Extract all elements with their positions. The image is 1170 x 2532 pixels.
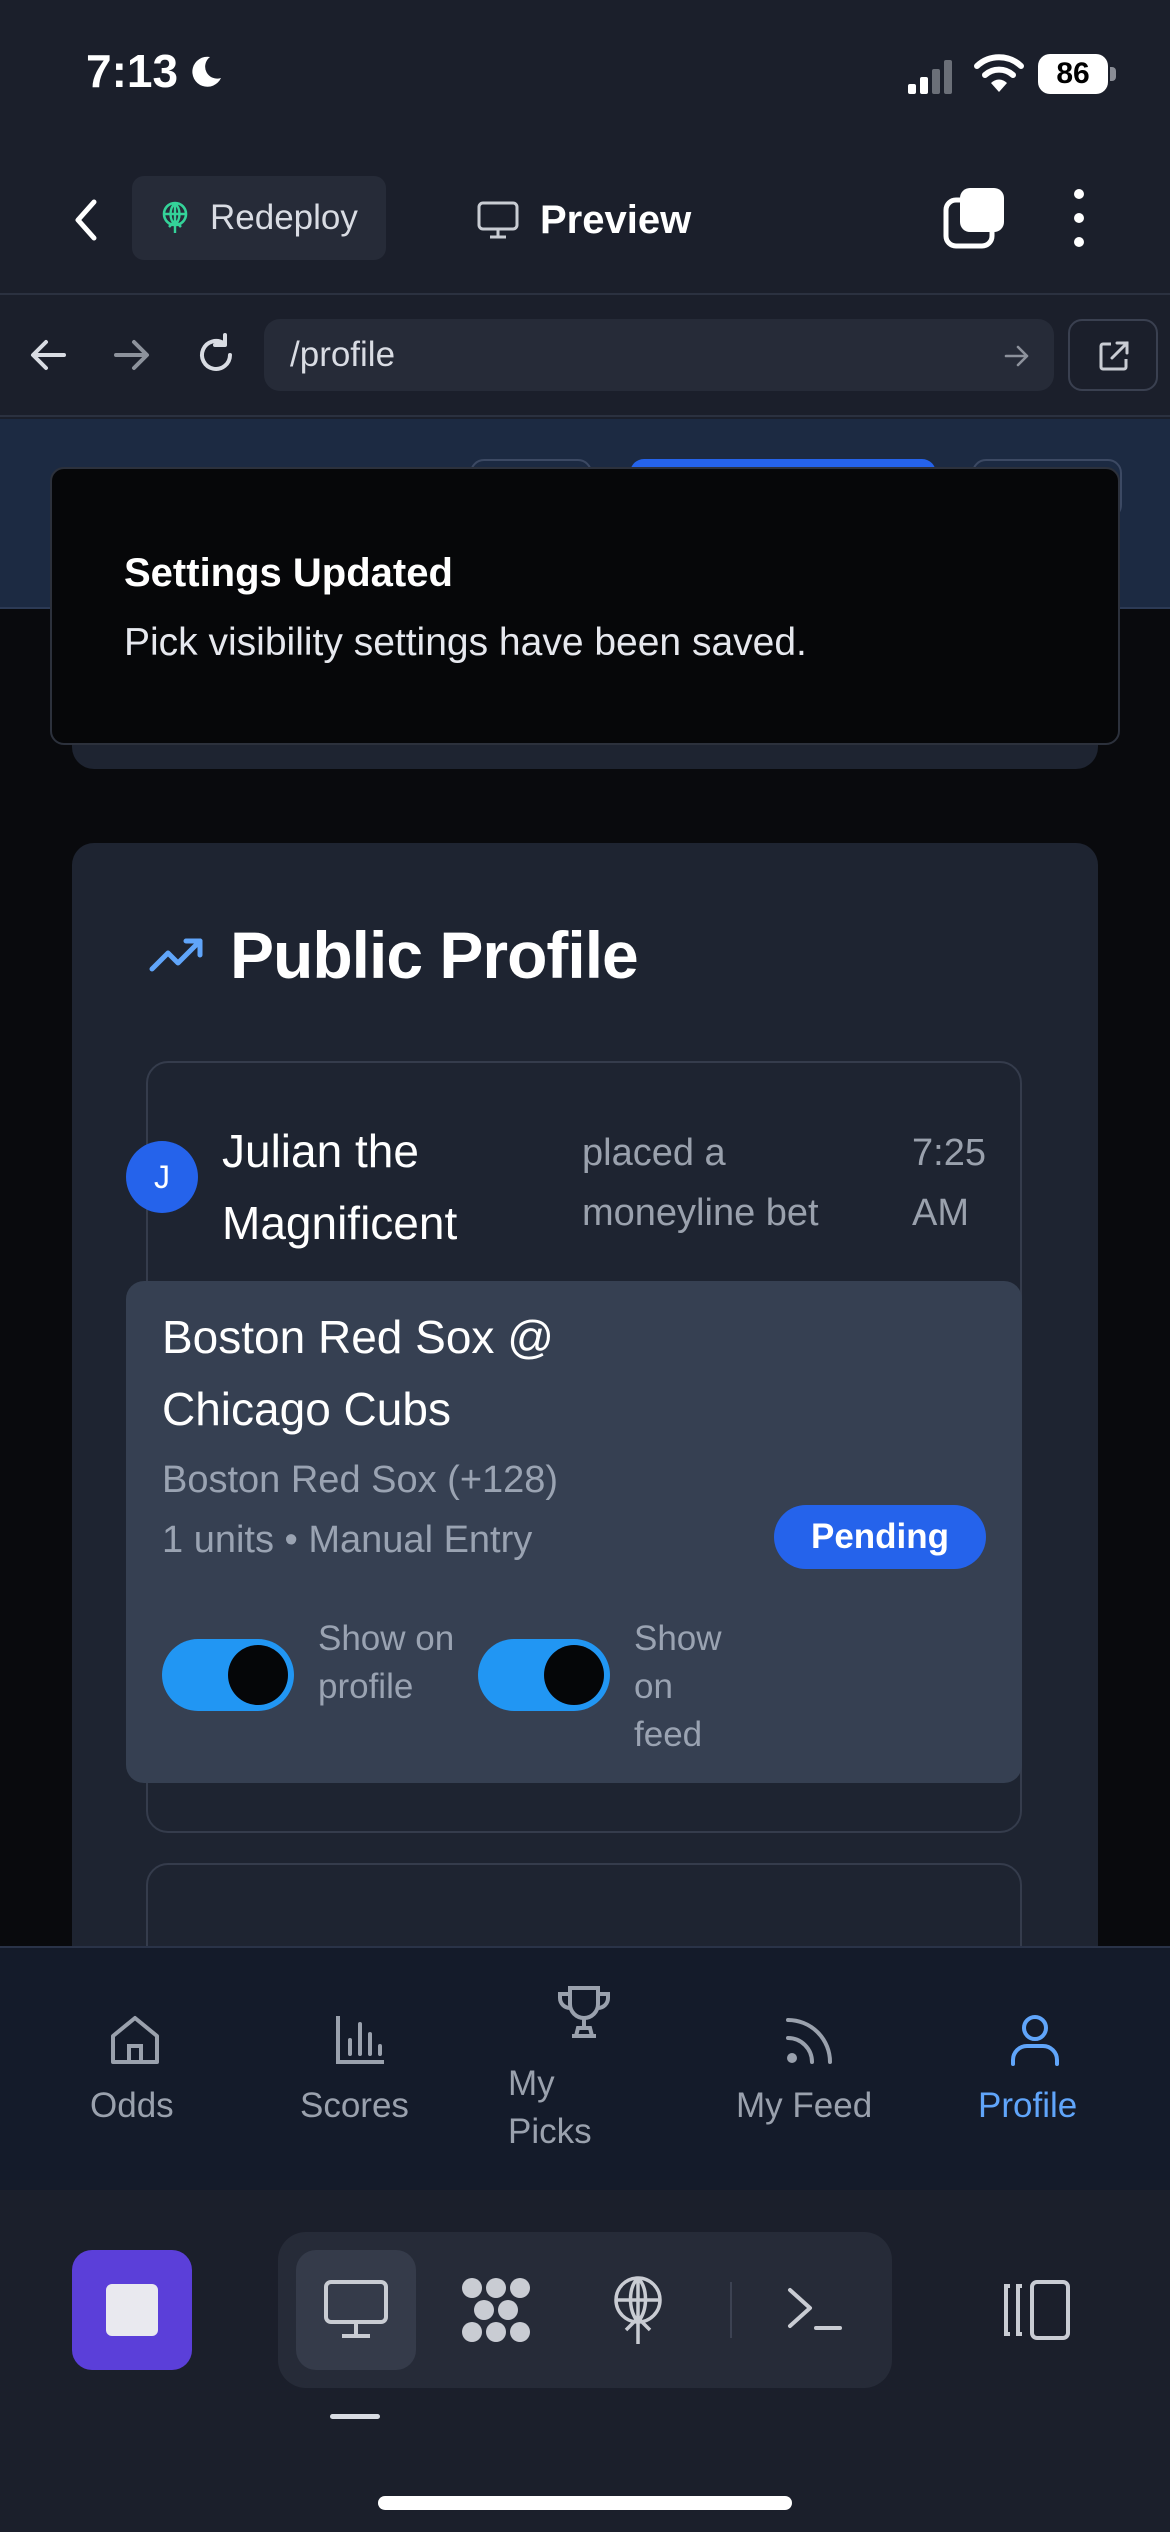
preview-label: Preview <box>540 197 692 242</box>
trending-up-icon <box>149 938 203 972</box>
app-header: Redeploy Preview <box>0 150 1170 295</box>
site-bottom-nav: Odds Scores My Picks My Feed Profile <box>0 1946 1170 2190</box>
active-view-indicator <box>330 2414 380 2419</box>
redeploy-button[interactable]: Redeploy <box>132 176 386 260</box>
redeploy-label: Redeploy <box>210 198 358 237</box>
nav-label: My Picks <box>508 2064 592 2151</box>
nav-label: Odds <box>90 2086 174 2125</box>
moon-icon <box>192 56 221 87</box>
preview-tab[interactable]: Preview <box>476 190 691 250</box>
go-arrow-icon[interactable] <box>1002 341 1032 371</box>
user-icon <box>1011 2015 1059 2066</box>
more-options-icon[interactable] <box>1064 186 1094 250</box>
tabs-icon[interactable] <box>942 186 1006 250</box>
nav-label: Scores <box>300 2086 409 2125</box>
status-badge: Pending <box>774 1505 986 1569</box>
cellular-signal-icon <box>908 60 952 94</box>
browser-back-icon[interactable] <box>24 331 72 379</box>
show-on-profile-toggle[interactable] <box>162 1639 294 1711</box>
nav-item-my-picks[interactable]: My Picks <box>500 1948 640 2192</box>
battery-level: 86 <box>1038 54 1108 94</box>
reload-icon[interactable] <box>192 331 240 379</box>
bet-selection: Boston Red Sox (+128) <box>162 1459 559 1501</box>
toast-title: Settings Updated <box>124 551 453 595</box>
status-bar: 7:13 86 <box>0 0 1170 150</box>
monitor-icon <box>324 2280 388 2338</box>
wifi-icon <box>974 54 1024 92</box>
nav-item-profile[interactable]: Profile <box>970 1948 1100 2192</box>
external-link-icon <box>1099 341 1129 371</box>
back-icon[interactable] <box>60 190 110 250</box>
nav-label: Profile <box>978 2086 1078 2125</box>
deploy-globe-icon <box>162 201 188 233</box>
bet-details: Boston Red Sox @ Chicago Cubs Boston Red… <box>126 1281 1022 1783</box>
rss-icon <box>786 2018 832 2064</box>
url-field[interactable]: /profile <box>264 319 1054 391</box>
trophy-icon <box>558 1986 610 2038</box>
nav-label: My Feed <box>736 2086 873 2125</box>
nav-item-odds[interactable]: Odds <box>60 1948 210 2192</box>
avatar[interactable]: J <box>126 1141 198 1213</box>
web-viewport: Public Profile J Julian the Magnificent … <box>0 419 1170 1946</box>
public-profile-heading: Public Profile <box>148 917 639 993</box>
game-matchup: Boston Red Sox @ Chicago Cubs <box>162 1311 554 1435</box>
home-indicator[interactable] <box>378 2496 792 2510</box>
battery-icon: 86 <box>1038 54 1116 94</box>
toast-notification: Settings Updated Pick visibility setting… <box>50 467 1120 745</box>
show-on-feed-toggle[interactable] <box>478 1639 610 1711</box>
nav-item-scores[interactable]: Scores <box>290 1948 430 2192</box>
section-title: Public Profile <box>230 918 639 992</box>
user-name[interactable]: Julian the Magnificent <box>222 1115 522 1259</box>
browser-toolbar: /profile <box>0 297 1170 417</box>
terminal-icon[interactable] <box>784 2280 844 2340</box>
grid-apps-icon[interactable] <box>458 2274 534 2346</box>
home-icon <box>111 2016 159 2064</box>
stop-button[interactable] <box>72 2250 192 2370</box>
status-time: 7:13 <box>86 45 179 97</box>
pick-card <box>146 1863 1022 1946</box>
browser-forward-icon[interactable] <box>108 331 156 379</box>
toast-description: Pick visibility settings have been saved… <box>124 621 807 664</box>
show-on-profile-label: Show on profile <box>318 1619 455 1706</box>
deploy-globe-icon[interactable] <box>608 2274 668 2346</box>
ide-toolbar <box>0 2190 1170 2532</box>
show-on-feed-label: Show on feed <box>634 1619 722 1754</box>
view-switcher <box>278 2232 892 2388</box>
bet-meta: 1 units • Manual Entry <box>162 1519 533 1561</box>
url-text: /profile <box>290 335 396 374</box>
split-panel-icon[interactable] <box>1000 2278 1072 2342</box>
bar-chart-icon <box>336 2016 384 2064</box>
pick-action: placed a moneyline bet <box>582 1132 819 1234</box>
open-external-button[interactable] <box>1068 319 1158 391</box>
stop-icon <box>106 2284 158 2336</box>
monitor-icon <box>477 201 519 239</box>
nav-item-my-feed[interactable]: My Feed <box>724 1948 894 2192</box>
pick-time: 7:25 AM <box>912 1132 986 1234</box>
